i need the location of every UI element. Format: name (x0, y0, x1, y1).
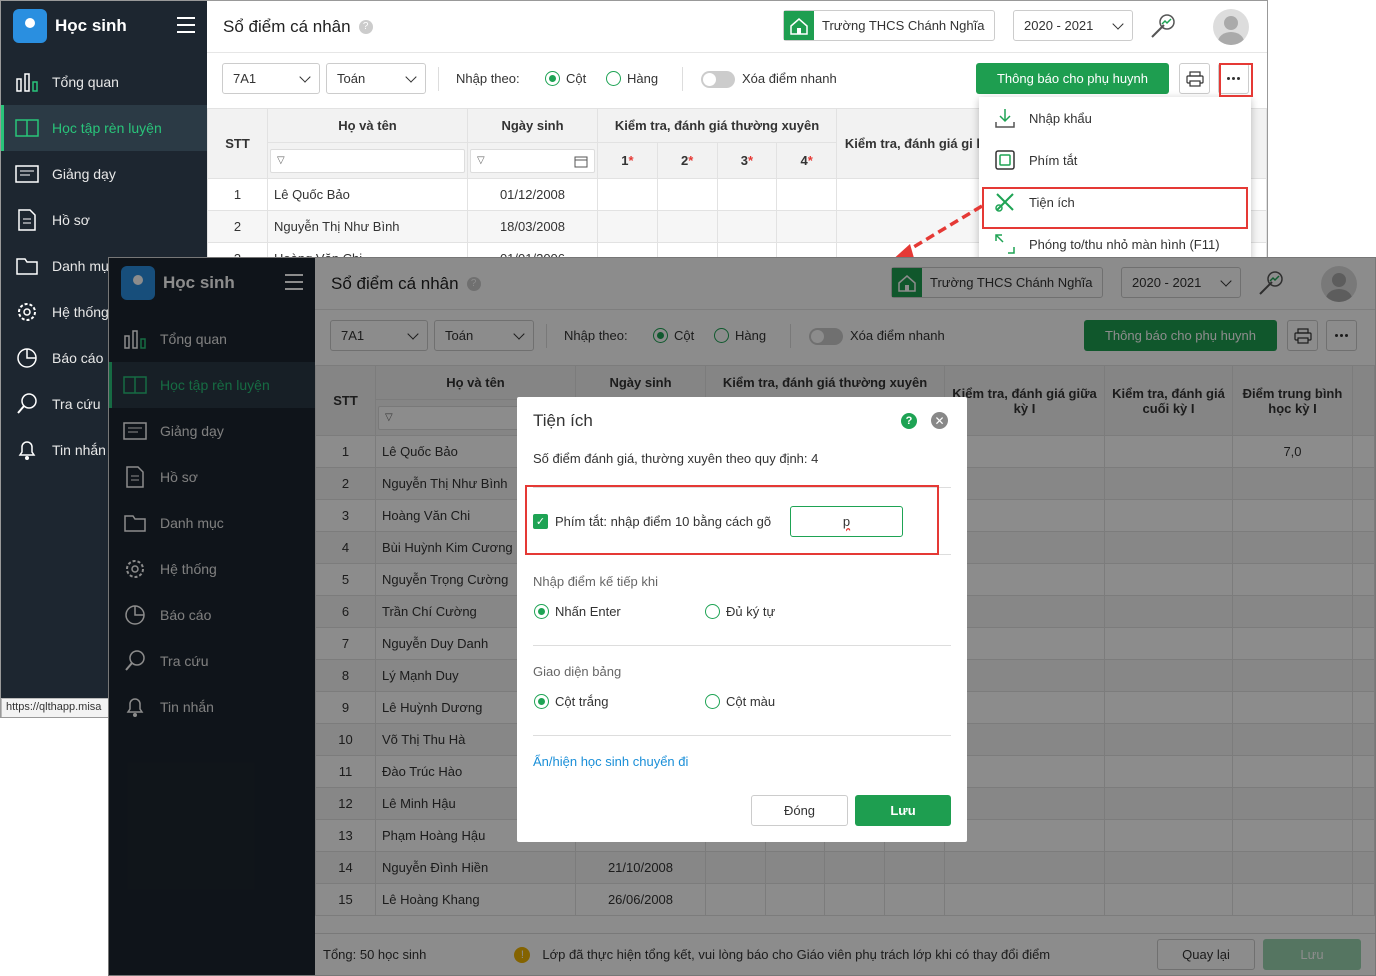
menu-toggle-icon[interactable] (177, 17, 195, 33)
close-icon[interactable]: ✕ (931, 412, 948, 429)
radio-enough-chars[interactable]: Đủ ký tự (705, 604, 775, 619)
school-selector[interactable]: Trường THCS Chánh Nghĩa (783, 10, 996, 41)
ui-label: Giao diện bảng (533, 664, 622, 679)
printer-icon (1185, 70, 1204, 87)
radio-checked-icon (534, 694, 549, 709)
col-regular: Kiểm tra, đánh giá thường xuyên (597, 108, 837, 143)
sidebar-item-giang-day[interactable]: Giảng dạy (1, 151, 207, 197)
avatar[interactable] (1213, 9, 1249, 45)
quick-delete-toggle[interactable] (701, 71, 735, 88)
page-title: Sổ điểm cá nhân (223, 16, 351, 36)
subject-select[interactable]: Toán (326, 63, 426, 94)
divider (438, 67, 439, 91)
utilities-dialog: Tiện ích ? ✕ Số điểm đánh giá, thường xu… (517, 397, 967, 842)
chevron-down-icon (405, 71, 417, 83)
folder-icon (13, 253, 41, 279)
highlight-utilities (982, 187, 1248, 229)
pie-chart-icon (13, 345, 41, 371)
highlight-shortcut (525, 485, 939, 555)
divider (533, 735, 951, 736)
document-icon (13, 207, 41, 233)
notify-parents-button[interactable]: Thông báo cho phụ huynh (976, 63, 1169, 94)
dialog-title: Tiện ích (533, 411, 593, 430)
help-icon[interactable]: ? (901, 413, 917, 429)
magic-wand-icon[interactable] (1147, 11, 1177, 41)
sidebar-item-tong-quan[interactable]: Tổng quan (1, 59, 207, 105)
more-menu: Nhập khẩu Phím tắt Tiện ích Phóng to/thu… (979, 97, 1251, 267)
radio-enter[interactable]: Nhấn Enter (534, 604, 621, 619)
next-label: Nhập điểm kế tiếp khi (533, 574, 659, 589)
menu-item-shortcut[interactable]: Phím tắt (979, 139, 1251, 181)
page-header: Sổ điểm cá nhân? Trường THCS Chánh Nghĩa… (207, 1, 1267, 53)
radio-col[interactable]: Cột (545, 71, 586, 86)
year-select[interactable]: 2020 - 2021 (1013, 10, 1133, 41)
foreground-window: Học sinh Tổng quan Học tập rèn luyện Giả… (108, 257, 1376, 976)
divider (533, 645, 951, 646)
book-icon (13, 115, 41, 141)
toggle-transferred-link[interactable]: Ẩn/hiện học sinh chuyển đi (533, 754, 688, 769)
school-icon (784, 11, 814, 40)
print-button[interactable] (1179, 63, 1210, 94)
input-by-label: Nhập theo: (456, 71, 520, 86)
filter-icon: ▽ (277, 155, 285, 166)
radio-unchecked-icon (606, 71, 621, 86)
status-url: https://qlthapp.misa (1, 698, 109, 717)
app-logo-icon (13, 9, 47, 43)
download-icon (993, 106, 1017, 130)
save-button[interactable]: Lưu (855, 795, 951, 826)
radio-white-col[interactable]: Cột trắng (534, 694, 608, 709)
col-dob: Ngày sinh (467, 108, 598, 143)
chevron-down-icon (1112, 18, 1124, 30)
name-filter[interactable]: ▽ (270, 148, 465, 173)
dialog-desc: Số điểm đánh giá, thường xuyên theo quy … (533, 451, 819, 466)
menu-item-import[interactable]: Nhập khẩu (979, 97, 1251, 139)
radio-checked-icon (545, 71, 560, 86)
bell-icon (13, 437, 41, 463)
help-icon[interactable]: ? (358, 19, 373, 34)
keyboard-icon (993, 148, 1017, 172)
radio-row[interactable]: Hàng (606, 71, 658, 86)
expand-icon (993, 232, 1017, 256)
search-icon (13, 391, 41, 417)
class-select[interactable]: 7A1 (222, 63, 320, 94)
radio-checked-icon (534, 604, 549, 619)
calendar-icon (574, 156, 588, 167)
quick-delete-label: Xóa điểm nhanh (742, 71, 837, 86)
chevron-down-icon (299, 71, 311, 83)
sidebar-item-ho-so[interactable]: Hồ sơ (1, 197, 207, 243)
radio-color-col[interactable]: Cột màu (705, 694, 775, 709)
highlight-more (1219, 63, 1253, 97)
col-stt: STT (207, 108, 268, 179)
sidebar-item-hoc-tap[interactable]: Học tập rèn luyện (1, 105, 207, 151)
dob-filter[interactable]: ▽ (470, 148, 595, 173)
close-button[interactable]: Đóng (751, 795, 848, 826)
bar-chart-icon (13, 69, 41, 95)
board-icon (13, 161, 41, 187)
radio-unchecked-icon (705, 694, 720, 709)
divider (682, 67, 683, 91)
col-name: Họ và tên (267, 108, 468, 143)
gear-icon (13, 299, 41, 325)
filter-icon: ▽ (477, 155, 485, 166)
app-brand: Học sinh (1, 1, 207, 51)
radio-unchecked-icon (705, 604, 720, 619)
app-name: Học sinh (55, 16, 127, 35)
